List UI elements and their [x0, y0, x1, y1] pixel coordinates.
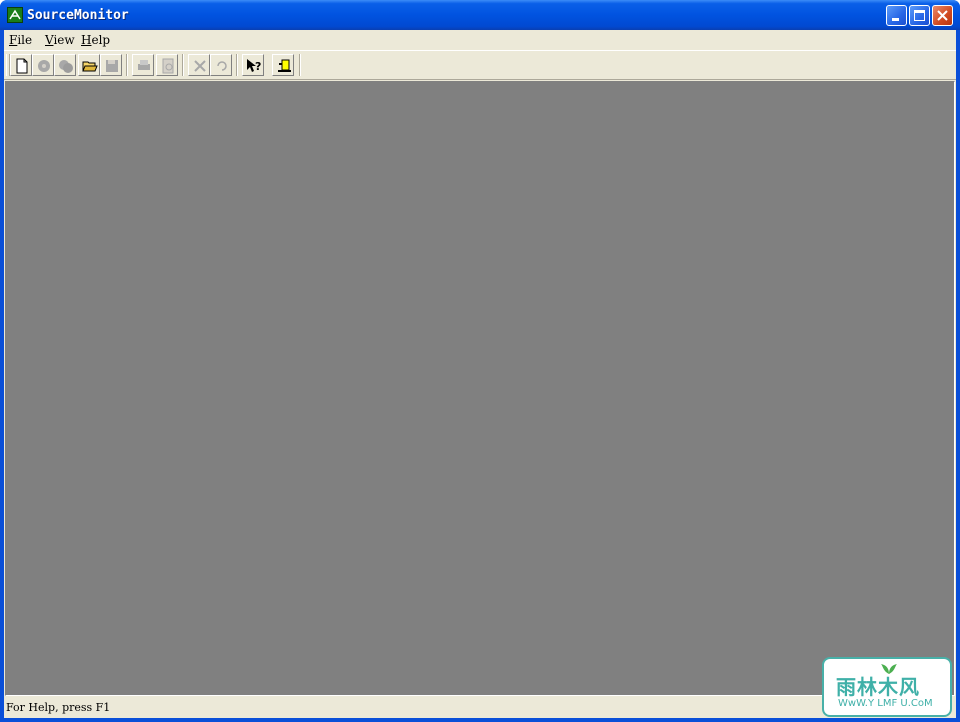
toolbar-separator: [126, 54, 128, 76]
delete-icon: [194, 60, 206, 72]
status-text: For Help, press F1: [6, 701, 111, 714]
new-document-icon: [16, 58, 28, 74]
exit-button[interactable]: [272, 54, 294, 76]
maximize-button[interactable]: [909, 5, 930, 26]
refresh-icon: [217, 61, 227, 71]
window-title: SourceMonitor: [27, 8, 129, 23]
minimize-icon: [892, 18, 899, 21]
toolbar-separator: [182, 54, 184, 76]
svg-text:?: ?: [255, 60, 261, 73]
client-area: File View Help ? For Help, press F1: [4, 30, 956, 718]
app-icon[interactable]: [7, 7, 23, 23]
close-icon: [937, 10, 948, 21]
menu-help[interactable]: Help: [81, 33, 110, 47]
watermark-logo: 雨林木风 WwW.Y LMF U.CoM: [822, 657, 952, 717]
gear-icon: [38, 60, 50, 72]
save-button[interactable]: [100, 54, 122, 76]
app-window: SourceMonitor File View Help ? For Help,…: [0, 0, 960, 722]
open-folder-icon: [82, 61, 98, 72]
run-button[interactable]: [32, 54, 54, 76]
print-icon: [138, 60, 150, 70]
menu-view[interactable]: View: [45, 33, 75, 47]
status-bar: For Help, press F1: [4, 697, 956, 718]
new-button[interactable]: [10, 54, 32, 76]
gears-icon: [59, 60, 73, 73]
title-bar[interactable]: SourceMonitor: [0, 0, 960, 30]
maximize-icon: [914, 10, 925, 21]
menu-bar: File View Help: [4, 30, 956, 50]
mdi-workspace[interactable]: [5, 81, 955, 696]
context-help-icon: ?: [247, 59, 261, 73]
save-icon: [106, 60, 118, 72]
toolbar-separator: [299, 54, 301, 76]
delete-button[interactable]: [188, 54, 210, 76]
open-button[interactable]: [78, 54, 100, 76]
exit-door-icon: [278, 59, 291, 72]
print-preview-button[interactable]: [156, 54, 178, 76]
watermark-url: WwW.Y LMF U.CoM: [838, 698, 933, 709]
print-button[interactable]: [132, 54, 154, 76]
context-help-button[interactable]: ?: [242, 54, 264, 76]
toolbar-separator: [236, 54, 238, 76]
watermark-main-text: 雨林木风: [836, 675, 920, 699]
minimize-button[interactable]: [886, 5, 907, 26]
refresh-button[interactable]: [210, 54, 232, 76]
run-all-button[interactable]: [54, 54, 76, 76]
print-preview-icon: [162, 58, 174, 74]
toolbar: ?: [4, 50, 956, 80]
close-button[interactable]: [932, 5, 953, 26]
menu-file[interactable]: File: [9, 33, 32, 47]
